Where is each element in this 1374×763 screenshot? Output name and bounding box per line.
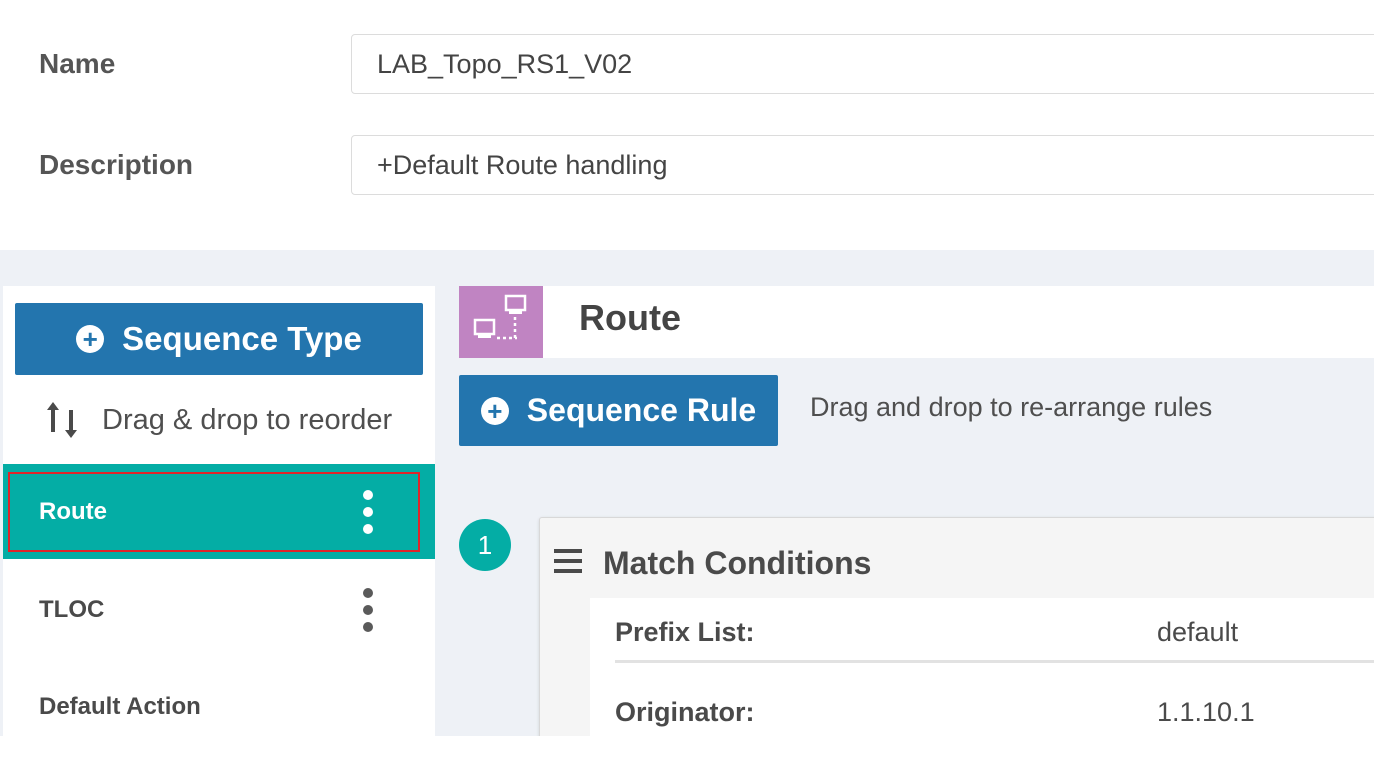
reorder-hint-text: Drag & drop to reorder xyxy=(102,403,393,436)
description-label: Description xyxy=(39,149,194,180)
sidebar-item-route[interactable]: Route xyxy=(3,464,435,559)
route-network-icon xyxy=(459,286,543,358)
add-sequence-rule-button[interactable]: + Sequence Rule xyxy=(459,375,778,446)
condition-key: Prefix List: xyxy=(615,617,755,647)
sidebar-item-tloc[interactable]: TLOC xyxy=(3,570,435,650)
name-label: Name xyxy=(39,48,116,79)
condition-key: Originator: xyxy=(615,697,755,727)
add-sequence-type-label: Sequence Type xyxy=(122,320,362,357)
condition-row: Prefix List: default xyxy=(615,617,1374,663)
policy-form: Name Description xyxy=(0,0,1374,250)
condition-value: default xyxy=(1157,617,1239,647)
sidebar-item-label: TLOC xyxy=(39,596,105,623)
rule-reorder-hint: Drag and drop to re-arrange rules xyxy=(810,392,1213,422)
add-sequence-type-button[interactable]: + Sequence Type xyxy=(15,303,423,375)
reorder-arrows-icon xyxy=(47,402,77,438)
more-vertical-icon[interactable] xyxy=(361,489,375,534)
match-conditions-title: Match Conditions xyxy=(603,545,872,581)
sidebar-item-default-action[interactable]: Default Action xyxy=(3,680,435,734)
page-bottom xyxy=(0,736,1374,763)
reorder-hint: Drag & drop to reorder xyxy=(44,395,392,445)
sidebar-item-label: Default Action xyxy=(39,693,201,720)
sidebar-item-label: Route xyxy=(39,497,107,525)
add-sequence-rule-label: Sequence Rule xyxy=(526,392,757,428)
condition-value: 1.1.10.1 xyxy=(1157,697,1255,727)
description-input[interactable] xyxy=(351,135,1374,195)
more-vertical-icon[interactable] xyxy=(361,588,375,632)
plus-circle-icon: + xyxy=(76,325,105,353)
name-input[interactable] xyxy=(351,34,1374,94)
drag-handle-icon[interactable] xyxy=(554,549,582,573)
section-title: Route xyxy=(579,297,681,338)
plus-circle-icon: + xyxy=(480,396,509,425)
rule-number-badge: 1 xyxy=(459,519,511,571)
